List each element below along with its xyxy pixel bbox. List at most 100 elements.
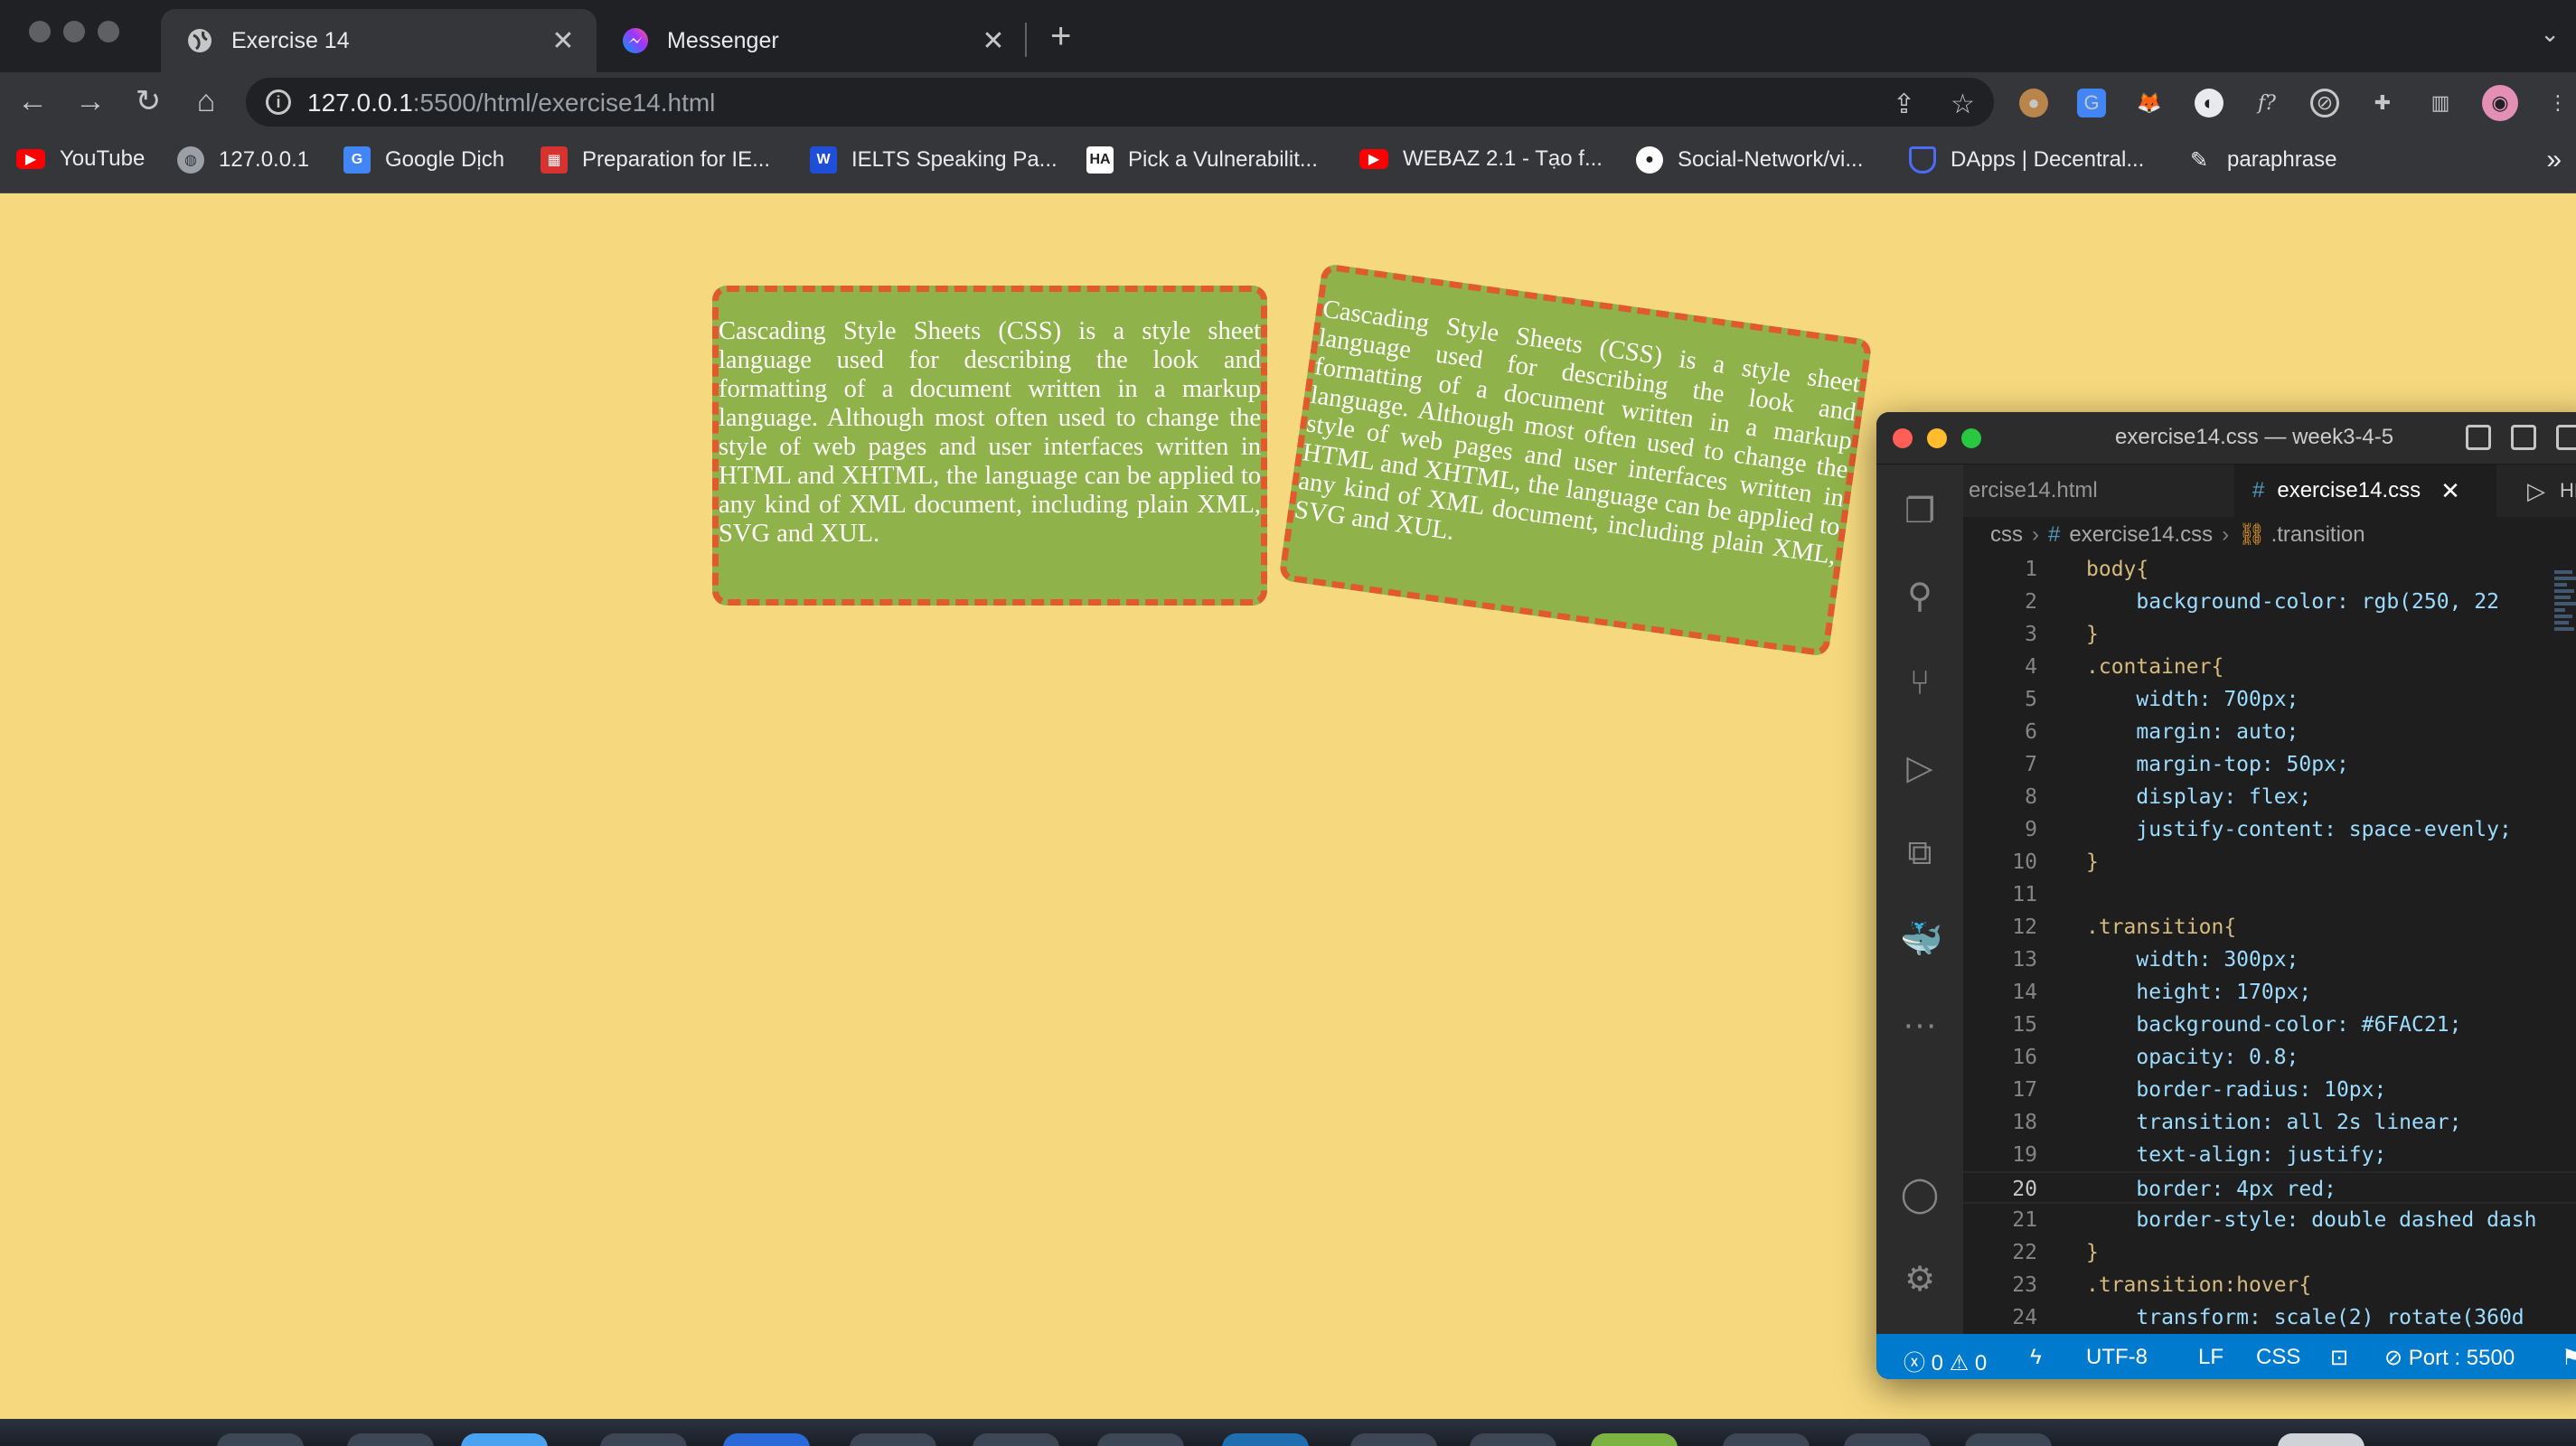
- bookmark-paraphrase[interactable]: ✎ paraphrase: [2186, 146, 2336, 174]
- bookmark-localhost[interactable]: ◍ 127.0.0.1: [177, 146, 309, 174]
- tab-messenger[interactable]: Messenger ✕: [597, 9, 1027, 72]
- dock-app-icon[interactable]: [1965, 1433, 2052, 1446]
- extensions-icon[interactable]: ⧉: [1900, 833, 1940, 873]
- profile-avatar[interactable]: ◉: [2482, 85, 2518, 121]
- dock-app-icon[interactable]: [1723, 1433, 1810, 1446]
- search-icon[interactable]: ⚲: [1900, 577, 1940, 616]
- dock-app-icon[interactable]: [217, 1433, 304, 1446]
- dock-app-icon[interactable]: [850, 1433, 936, 1446]
- dock-app-icon[interactable]: [1591, 1433, 1678, 1446]
- chevron-right-icon: ›: [2222, 522, 2230, 547]
- dock-app-icon[interactable]: [600, 1433, 687, 1446]
- more-menu-icon[interactable]: ⋮: [2543, 89, 2572, 117]
- minimize-window-button[interactable]: [1927, 428, 1947, 448]
- compass-icon[interactable]: ⊘: [2310, 89, 2339, 117]
- minimap[interactable]: [2554, 568, 2576, 685]
- run-icon[interactable]: ▷: [2527, 477, 2545, 505]
- breadcrumb-folder[interactable]: css: [1990, 522, 2023, 547]
- breadcrumb: css › # exercise14.css › ⛓ .transition: [1963, 517, 2576, 553]
- new-tab-button[interactable]: +: [1050, 18, 1071, 54]
- hex-editor-button[interactable]: HEX: [2560, 479, 2576, 502]
- dock-app-icon[interactable]: [347, 1433, 434, 1446]
- zoom-window-button[interactable]: [98, 21, 119, 42]
- close-tab-icon[interactable]: ✕: [980, 25, 1007, 57]
- bookmark-pick-vulnerability[interactable]: HA Pick a Vulnerabilit...: [1086, 146, 1318, 174]
- warning-count: 0: [1974, 1351, 1988, 1376]
- bookmark-webaz[interactable]: ▶ WEBAZ 2.1 - Tạo f...: [1359, 146, 1603, 172]
- code-editor[interactable]: 1 body{ 2 background-color: rgb(250, 22 3…: [1963, 553, 2576, 1334]
- dock-app-icon[interactable]: [1844, 1433, 1931, 1446]
- zoom-window-button[interactable]: [1961, 428, 1981, 448]
- toggle-primary-sidebar-icon[interactable]: [2466, 425, 2491, 450]
- tab-exercise14-html[interactable]: ercise14.html: [1963, 465, 2166, 517]
- source-control-icon[interactable]: ⑂: [1900, 663, 1940, 703]
- reload-icon[interactable]: ↻: [130, 83, 166, 119]
- bookmark-dapps[interactable]: DApps | Decentral...: [1909, 146, 2144, 174]
- bookmark-youtube[interactable]: ▶ YouTube: [16, 146, 145, 172]
- explorer-files-icon[interactable]: ❐: [1900, 492, 1940, 531]
- editor-tabs: ercise14.html # exercise14.css ✕ ▷ HEX: [1963, 465, 2576, 517]
- globe-icon: [186, 27, 213, 54]
- bookmark-preparation-ielts[interactable]: ▦ Preparation for IE...: [541, 146, 770, 174]
- lightning-icon[interactable]: ϟ: [2030, 1345, 2042, 1370]
- side-panel-icon[interactable]: ▥: [2426, 89, 2455, 117]
- dock-app-icon[interactable]: [973, 1433, 1059, 1446]
- dock-app-icon[interactable]: [1222, 1433, 1309, 1446]
- settings-gear-icon[interactable]: ⚙: [1900, 1260, 1940, 1300]
- circle-extension-icon[interactable]: ◐: [2195, 89, 2223, 117]
- line-number: 6: [2025, 720, 2037, 744]
- forward-arrow-icon[interactable]: →: [72, 83, 108, 119]
- language-mode-status[interactable]: CSS: [2256, 1345, 2300, 1370]
- bookmark-ielts-speaking[interactable]: W IELTS Speaking Pa...: [810, 146, 1058, 174]
- function-extension-icon[interactable]: f?: [2252, 89, 2281, 117]
- code-line: 15 background-color: #6FAC21;: [1963, 1009, 2576, 1041]
- more-bookmarks-chevron-icon[interactable]: »: [2546, 145, 2562, 175]
- code-line: 5 width: 700px;: [1963, 683, 2576, 716]
- share-icon[interactable]: ⇪: [1893, 89, 1915, 120]
- breadcrumb-file[interactable]: exercise14.css: [2069, 522, 2213, 547]
- close-window-button[interactable]: [1893, 428, 1913, 448]
- address-bar[interactable]: i 127.0.0.1:5500/html/exercise14.html ⇪ …: [246, 78, 1994, 127]
- google-translate-extension-icon[interactable]: G: [2077, 89, 2106, 117]
- bookmark-google-dich[interactable]: G Google Dịch: [343, 146, 504, 174]
- transition-card-hovered[interactable]: Cascading Style Sheets (CSS) is a style …: [1278, 262, 1873, 658]
- cookie-extension-icon[interactable]: ●: [2019, 89, 2048, 117]
- code-text: display: flex;: [2086, 785, 2312, 809]
- dock-app-icon[interactable]: [1097, 1433, 1184, 1446]
- toggle-panel-icon[interactable]: [2511, 425, 2536, 450]
- close-window-button[interactable]: [29, 21, 51, 42]
- puzzle-extensions-icon[interactable]: ✚: [2368, 89, 2397, 117]
- dock-app-icon[interactable]: [461, 1433, 548, 1446]
- vscode-title-bar: exercise14.css — week3-4-5: [1876, 412, 2576, 465]
- toggle-secondary-sidebar-icon[interactable]: [2556, 425, 2576, 450]
- live-server-port-status[interactable]: ⊘ Port : 5500: [2384, 1345, 2515, 1371]
- eol-status[interactable]: LF: [2198, 1345, 2223, 1370]
- close-tab-icon[interactable]: ✕: [2440, 477, 2460, 505]
- close-tab-icon[interactable]: ✕: [550, 25, 577, 57]
- docker-icon[interactable]: 🐳: [1900, 920, 1942, 960]
- dock-app-icon[interactable]: [1350, 1433, 1437, 1446]
- css-file-icon: #: [2048, 522, 2061, 547]
- feedback-icon[interactable]: ⊡: [2330, 1345, 2348, 1371]
- bookmark-star-icon[interactable]: ☆: [1951, 89, 1975, 120]
- breadcrumb-symbol[interactable]: .transition: [2271, 522, 2365, 547]
- more-views-icon[interactable]: ···: [1900, 1005, 1940, 1045]
- dock-app-icon[interactable]: [2278, 1433, 2364, 1446]
- site-info-icon[interactable]: i: [266, 89, 291, 115]
- bookmark-social-network[interactable]: ● Social-Network/vi...: [1636, 146, 1863, 174]
- tab-exercise14-css[interactable]: # exercise14.css ✕: [2234, 465, 2496, 517]
- home-icon[interactable]: ⌂: [188, 83, 224, 119]
- accounts-icon[interactable]: ◯: [1900, 1175, 1940, 1215]
- dock-app-icon[interactable]: [723, 1433, 810, 1446]
- transition-card[interactable]: Cascading Style Sheets (CSS) is a style …: [712, 286, 1267, 606]
- back-arrow-icon[interactable]: ←: [14, 83, 51, 119]
- problems-status[interactable]: ⓧ 0 ⚠ 0: [1904, 1345, 1987, 1376]
- minimize-window-button[interactable]: [63, 21, 85, 42]
- run-debug-icon[interactable]: ▷: [1900, 748, 1940, 788]
- encoding-status[interactable]: UTF-8: [2086, 1345, 2148, 1370]
- tab-exercise-14[interactable]: Exercise 14 ✕: [161, 9, 597, 72]
- tab-search-chevron-icon[interactable]: ⌄: [2540, 20, 2560, 48]
- metamask-icon[interactable]: 🦊: [2135, 89, 2164, 117]
- dock-app-icon[interactable]: [1470, 1433, 1556, 1446]
- notifications-icon[interactable]: ⚑: [2562, 1345, 2576, 1371]
